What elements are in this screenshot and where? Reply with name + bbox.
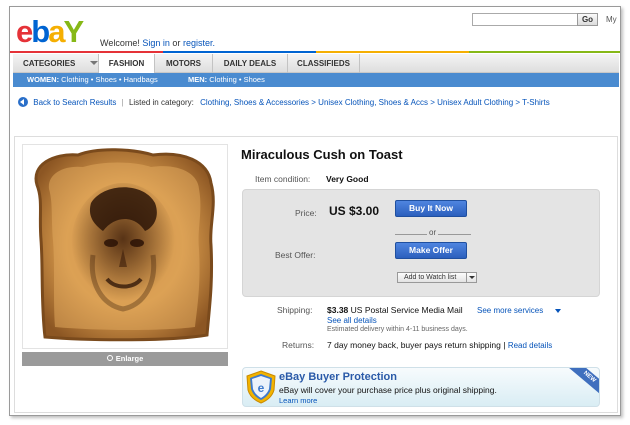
- condition-value: Very Good: [326, 174, 369, 184]
- delivery-estimate: Estimated delivery within 4-11 business …: [327, 326, 468, 333]
- see-more-services-link[interactable]: See more services: [477, 306, 543, 315]
- item-panel: Enlarge Miraculous Cush on Toast Item co…: [14, 136, 618, 413]
- returns-value: 7 day money back, buyer pays return ship…: [327, 340, 552, 350]
- browser-window: ebaY ® Welcome! Sign in or register. Go …: [9, 6, 621, 416]
- tab-categories[interactable]: CATEGORIES: [13, 54, 99, 73]
- tab-label: CATEGORIES: [23, 59, 76, 68]
- shield-icon: e: [246, 370, 276, 404]
- tab-classifieds[interactable]: CLASSIFIEDS: [288, 54, 360, 73]
- best-offer-label: Best Offer:: [275, 250, 316, 260]
- or-text: or: [172, 38, 181, 48]
- sign-in-link[interactable]: Sign in: [142, 38, 170, 48]
- tab-fashion[interactable]: FASHION: [99, 54, 155, 73]
- search-input[interactable]: [472, 13, 578, 26]
- returns-label: Returns:: [282, 340, 315, 350]
- chevron-down-icon: [90, 61, 98, 65]
- main-nav: CATEGORIES FASHION MOTORS DAILY DEALS CL…: [13, 54, 619, 73]
- ebay-logo[interactable]: ebaY ®: [16, 15, 98, 83]
- divider-left: [395, 234, 427, 235]
- category-path-link[interactable]: Clothing, Shoes & Accessories > Unisex C…: [200, 98, 550, 107]
- watch-list-label: Add to Watch list: [404, 274, 457, 281]
- back-arrow-icon[interactable]: [18, 97, 28, 107]
- brand-color-line: [10, 51, 620, 53]
- back-to-results-link[interactable]: Back to Search Results: [33, 98, 116, 107]
- protection-title: eBay Buyer Protection: [279, 371, 397, 383]
- men-label: MEN:: [188, 75, 208, 84]
- buy-box: Price: US $3.00 Buy It Now or Best Offer…: [242, 189, 600, 297]
- search-go-button[interactable]: Go: [577, 13, 598, 26]
- new-badge: NEW: [568, 368, 599, 396]
- read-details-link[interactable]: Read details: [508, 341, 552, 350]
- women-label: WOMEN:: [27, 75, 60, 84]
- make-offer-button[interactable]: Make Offer: [395, 242, 467, 259]
- enlarge-button[interactable]: Enlarge: [22, 352, 228, 366]
- price-value: US $3.00: [329, 204, 380, 218]
- protection-text: eBay will cover your purchase price plus…: [279, 385, 497, 395]
- welcome-text: Welcome!: [100, 38, 140, 48]
- price-label: Price:: [295, 208, 317, 218]
- register-link[interactable]: register.: [183, 38, 215, 48]
- svg-text:e: e: [258, 381, 265, 395]
- shipping-cost: $3.38: [327, 305, 349, 315]
- shipping-method: US Postal Service Media Mail: [350, 305, 463, 315]
- men-link-list[interactable]: Clothing • Shoes: [209, 75, 265, 84]
- fashion-subnav: WOMEN: Clothing • Shoes • Handbags MEN: …: [13, 73, 619, 87]
- item-title: Miraculous Cush on Toast: [241, 147, 403, 162]
- men-links: MEN: Clothing • Shoes: [188, 73, 265, 87]
- tab-motors[interactable]: MOTORS: [155, 54, 213, 73]
- item-photo[interactable]: [22, 144, 228, 349]
- condition-label: Item condition:: [255, 174, 311, 184]
- welcome-message: Welcome! Sign in or register.: [100, 38, 215, 48]
- or-text: or: [429, 228, 437, 237]
- breadcrumb-separator: |: [121, 98, 124, 108]
- women-links: WOMEN: Clothing • Shoes • Handbags: [27, 73, 158, 87]
- returns-policy: 7 day money back, buyer pays return ship…: [327, 340, 506, 350]
- divider-right: [438, 234, 471, 235]
- breadcrumb: Back to Search Results | Listed in categ…: [18, 97, 550, 108]
- women-link-list[interactable]: Clothing • Shoes • Handbags: [61, 75, 158, 84]
- enlarge-label: Enlarge: [115, 354, 144, 363]
- listed-in-label: Listed in category:: [128, 98, 194, 108]
- chevron-down-icon[interactable]: [466, 273, 476, 282]
- learn-more-link[interactable]: Learn more: [279, 396, 317, 405]
- my-ebay-link[interactable]: My: [606, 15, 617, 24]
- buy-it-now-button[interactable]: Buy It Now: [395, 200, 467, 217]
- add-to-watch-list-button[interactable]: Add to Watch list: [397, 272, 477, 283]
- magnifier-icon: [106, 355, 113, 361]
- shipping-label: Shipping:: [277, 305, 313, 315]
- see-all-details-link[interactable]: See all details: [327, 316, 377, 325]
- tab-daily-deals[interactable]: DAILY DEALS: [213, 54, 288, 73]
- buyer-protection-banner: e eBay Buyer Protection eBay will cover …: [242, 367, 600, 407]
- toast-image: [34, 148, 215, 342]
- shipping-value: $3.38 US Postal Service Media Mail: [327, 305, 463, 315]
- chevron-down-icon[interactable]: [555, 309, 561, 313]
